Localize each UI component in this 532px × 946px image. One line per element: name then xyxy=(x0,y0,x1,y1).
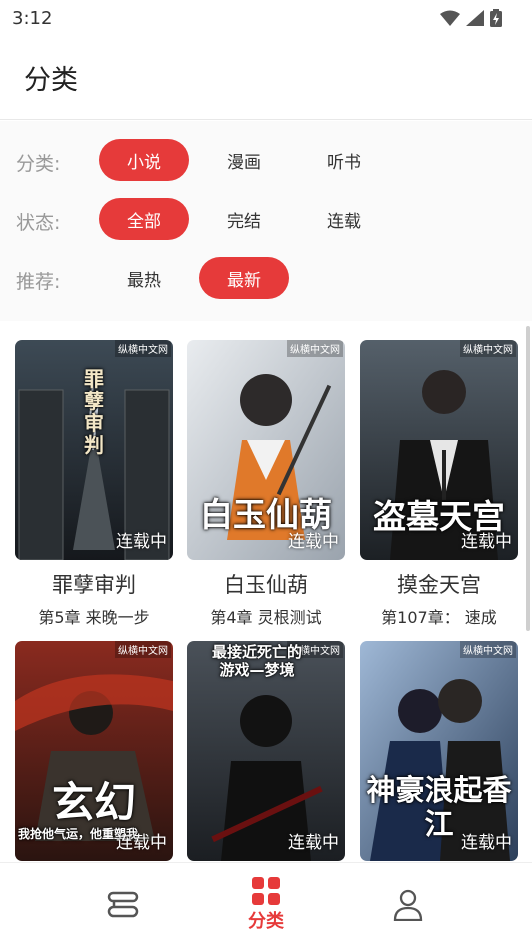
book-cover[interactable]: 纵横中文网 神豪浪起香江 连载中 xyxy=(360,641,518,861)
scrollbar[interactable] xyxy=(526,326,530,631)
cover-publisher: 纵横中文网 xyxy=(460,340,516,357)
cover-publisher: 纵横中文网 xyxy=(115,641,171,658)
user-icon xyxy=(393,889,423,921)
book-card[interactable]: 纵横中文网 神豪浪起香江 连载中 xyxy=(360,641,518,861)
nav-bookshelf[interactable] xyxy=(63,863,183,946)
page-title: 分类 xyxy=(24,65,78,96)
book-latest-chapter: 第107章： 速成 xyxy=(381,608,497,627)
chip-comic[interactable]: 漫画 xyxy=(199,139,289,181)
book-card[interactable]: 纵横中文网 白玉仙葫 连载中 白玉仙葫 第4章 灵根测试 xyxy=(187,340,345,628)
nav-category-label: 分类 xyxy=(248,911,284,932)
chip-serializing[interactable]: 连载 xyxy=(299,198,389,240)
book-cover[interactable]: 纵横中文网 罪孽审判 连载中 xyxy=(15,340,173,560)
book-cover[interactable]: 纵横中文网 最接近死亡的游戏—梦境 连载中 xyxy=(187,641,345,861)
cover-title: 玄幻 xyxy=(51,778,136,827)
book-grid[interactable]: 纵横中文网 罪孽审判 连载中 罪孽审判 第5章 来晚一步 纵横中文网 白玉仙葫 … xyxy=(0,322,532,862)
app-header: 分类 xyxy=(0,36,532,120)
cover-status: 连载中 xyxy=(288,833,339,853)
book-card[interactable]: 纵横中文网 罪孽审判 连载中 罪孽审判 第5章 来晚一步 xyxy=(15,340,173,628)
wifi-icon xyxy=(440,10,460,26)
book-latest-chapter: 第4章 灵根测试 xyxy=(210,608,322,627)
filter-row-sort: 推荐: 最热 最新 xyxy=(0,257,532,299)
book-cover[interactable]: 纵横中文网 玄幻 我抢他气运，他重塑我 连载中 xyxy=(15,641,173,861)
chip-hottest[interactable]: 最热 xyxy=(99,257,189,299)
filter-row-status: 状态: 全部 完结 连载 xyxy=(0,198,532,240)
book-card[interactable]: 纵横中文网 盗墓天宫 连载中 摸金天宫 第107章： 速成 xyxy=(360,340,518,628)
book-card[interactable]: 纵横中文网 最接近死亡的游戏—梦境 连载中 xyxy=(187,641,345,861)
nav-profile[interactable] xyxy=(348,863,468,946)
book-title[interactable]: 罪孽审判 xyxy=(15,569,173,599)
bookshelf-icon xyxy=(107,891,139,918)
grid-icon xyxy=(252,877,280,905)
book-cover[interactable]: 纵横中文网 白玉仙葫 连载中 xyxy=(187,340,345,560)
book-title[interactable]: 白玉仙葫 xyxy=(187,569,345,599)
cover-publisher: 纵横中文网 xyxy=(115,340,171,357)
book-cover[interactable]: 纵横中文网 盗墓天宫 连载中 xyxy=(360,340,518,560)
status-icons xyxy=(440,9,502,27)
bottom-nav: 分类 xyxy=(0,862,532,946)
book-card[interactable]: 纵横中文网 玄幻 我抢他气运，他重塑我 连载中 xyxy=(15,641,173,861)
book-title[interactable]: 摸金天宫 xyxy=(360,569,518,599)
cover-publisher: 纵横中文网 xyxy=(460,641,516,658)
status-bar: 3:12 xyxy=(0,0,532,36)
cover-status: 连载中 xyxy=(116,532,167,552)
book-latest-chapter: 第5章 来晚一步 xyxy=(38,608,150,627)
filter-label-category: 分类: xyxy=(16,153,61,175)
cover-status: 连载中 xyxy=(116,833,167,853)
filter-row-category: 分类: 小说 漫画 听书 xyxy=(0,139,532,181)
chip-novel[interactable]: 小说 xyxy=(99,139,189,181)
cover-title: 罪孽审判 xyxy=(84,367,104,457)
cover-publisher: 纵横中文网 xyxy=(287,340,343,357)
signal-icon xyxy=(466,10,484,26)
chip-newest[interactable]: 最新 xyxy=(199,257,289,299)
cover-status: 连载中 xyxy=(461,833,512,853)
status-time: 3:12 xyxy=(12,7,53,29)
filter-panel: 分类: 小说 漫画 听书 状态: 全部 完结 连载 推荐: 最热 最新 xyxy=(0,121,532,321)
chip-completed[interactable]: 完结 xyxy=(199,198,289,240)
filter-label-sort: 推荐: xyxy=(16,271,61,293)
nav-category[interactable]: 分类 xyxy=(206,863,326,946)
cover-status: 连载中 xyxy=(461,532,512,552)
cover-title: 最接近死亡的游戏—梦境 xyxy=(211,643,302,679)
battery-icon xyxy=(490,9,502,27)
chip-audiobook[interactable]: 听书 xyxy=(299,139,389,181)
chip-all[interactable]: 全部 xyxy=(99,198,189,240)
filter-label-status: 状态: xyxy=(16,212,61,234)
cover-status: 连载中 xyxy=(288,532,339,552)
